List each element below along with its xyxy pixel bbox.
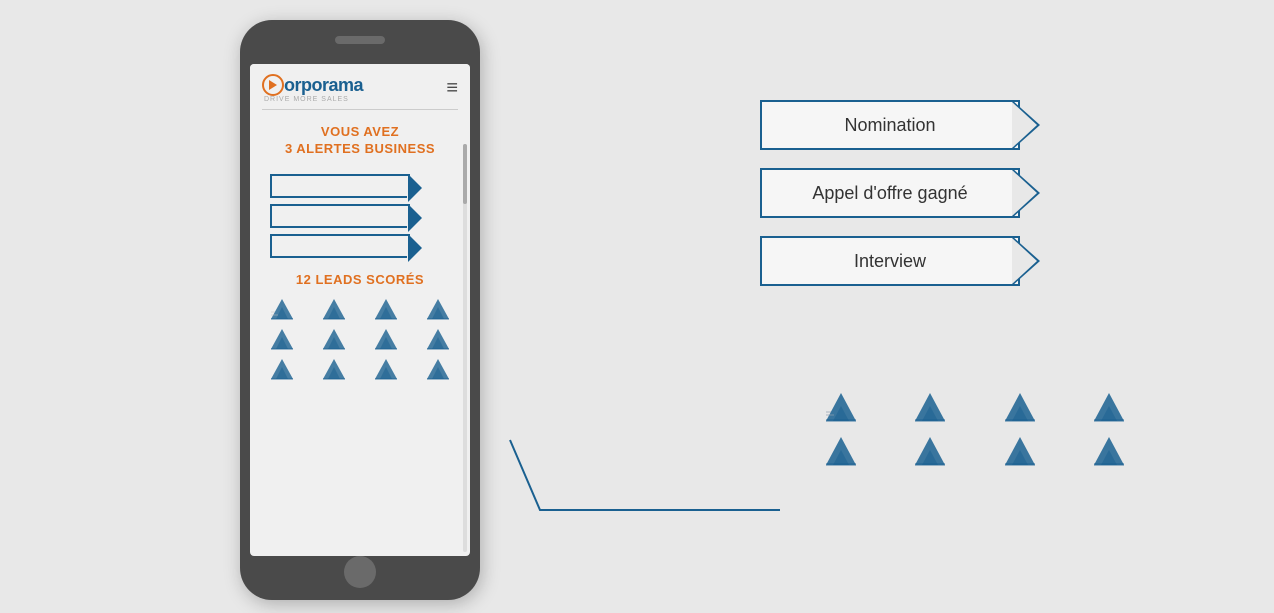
lead-icon-6 (310, 327, 358, 353)
label-appel-arrow-inner (1012, 170, 1037, 216)
label-interview-arrow-inner (1012, 238, 1037, 284)
label-appel-text: Appel d'offre gagné (812, 183, 967, 204)
right-panel: Nomination Appel d'offre gagné Interview (760, 100, 1080, 316)
leads-grid (250, 291, 470, 389)
lead-icon-4 (414, 297, 462, 323)
label-interview[interactable]: Interview (760, 236, 1040, 286)
leads-title: 12 LEADS SCORÉS (260, 272, 460, 287)
lead-icon-10 (310, 357, 358, 383)
lead-icon-1 (258, 297, 306, 323)
lead-icon-12 (414, 357, 462, 383)
badge-shape-3 (270, 234, 410, 258)
leads-section: 12 LEADS SCORÉS (250, 266, 470, 291)
right-lead-icon-2 (890, 390, 972, 426)
alert-badges (250, 166, 470, 266)
screen-header: orporama DRIVE MORE SALES ≡ (250, 64, 470, 109)
logo: orporama DRIVE MORE SALES (262, 74, 363, 103)
label-appel-shape: Appel d'offre gagné (760, 168, 1020, 218)
alerts-line2: 3 ALERTES BUSINESS (260, 141, 460, 158)
lead-icon-7 (362, 327, 410, 353)
right-lead-icon-5 (800, 434, 882, 470)
badge-item-1[interactable] (270, 174, 450, 198)
label-nomination-shape: Nomination (760, 100, 1020, 150)
alerts-section: VOUS AVEZ 3 ALERTES BUSINESS (250, 110, 470, 166)
lead-icon-5 (258, 327, 306, 353)
phone-speaker (335, 36, 385, 44)
screen-scrollbar-thumb (463, 144, 467, 204)
phone-mockup: orporama DRIVE MORE SALES ≡ VOUS AVEZ 3 … (240, 20, 480, 600)
lead-icon-3 (362, 297, 410, 323)
hamburger-menu-icon[interactable]: ≡ (446, 77, 458, 100)
right-lead-icon-4 (1069, 390, 1151, 426)
badge-shape-2 (270, 204, 410, 228)
label-badges: Nomination Appel d'offre gagné Interview (760, 100, 1080, 286)
lead-icon-9 (258, 357, 306, 383)
badge-item-2[interactable] (270, 204, 450, 228)
badge-shape-1 (270, 174, 410, 198)
lead-icon-8 (414, 327, 462, 353)
label-interview-shape: Interview (760, 236, 1020, 286)
label-interview-text: Interview (854, 251, 926, 272)
alerts-line1: VOUS AVEZ (260, 124, 460, 141)
label-appel[interactable]: Appel d'offre gagné (760, 168, 1040, 218)
logo-tagline: DRIVE MORE SALES (262, 96, 349, 103)
phone-home-button (344, 556, 376, 588)
right-leads-grid (800, 390, 1150, 470)
label-nomination-arrow-inner (1012, 102, 1037, 148)
badge-shape-inner-3 (407, 236, 419, 260)
logo-main: orporama (262, 74, 363, 96)
right-lead-icon-1 (800, 390, 882, 426)
right-lead-icon-6 (890, 434, 972, 470)
badge-shape-inner-1 (407, 176, 419, 200)
phone-body: orporama DRIVE MORE SALES ≡ VOUS AVEZ 3 … (240, 20, 480, 600)
phone-screen: orporama DRIVE MORE SALES ≡ VOUS AVEZ 3 … (250, 64, 470, 556)
badge-item-3[interactable] (270, 234, 450, 258)
lead-icon-2 (310, 297, 358, 323)
right-lead-icon-8 (1069, 434, 1151, 470)
logo-circle-icon (262, 74, 284, 96)
logo-text: orporama (284, 75, 363, 96)
badge-shape-inner-2 (407, 206, 419, 230)
alerts-title: VOUS AVEZ 3 ALERTES BUSINESS (260, 124, 460, 158)
label-nomination[interactable]: Nomination (760, 100, 1040, 150)
right-lead-icon-7 (979, 434, 1061, 470)
label-nomination-text: Nomination (844, 115, 935, 136)
right-lead-icon-3 (979, 390, 1061, 426)
lead-icon-11 (362, 357, 410, 383)
